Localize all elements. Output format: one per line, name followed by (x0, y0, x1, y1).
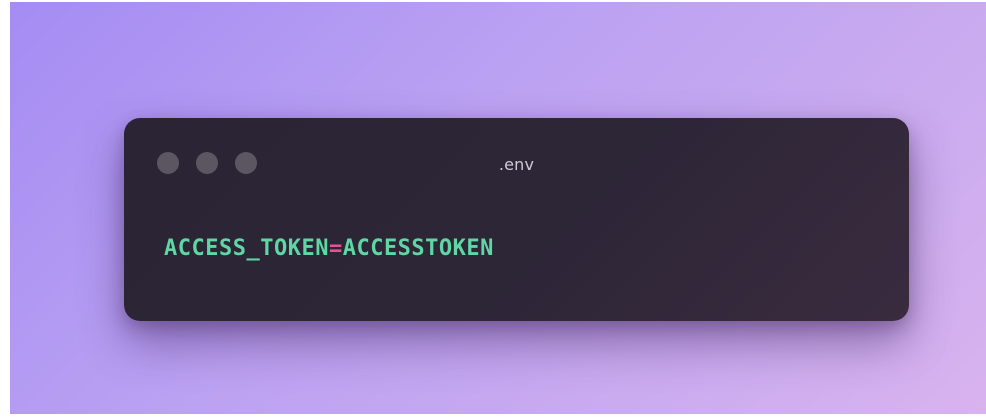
env-variable-value: ACCESSTOKEN (342, 236, 494, 261)
env-variable-name: ACCESS_TOKEN (164, 236, 329, 261)
code-line: ACCESS_TOKEN=ACCESSTOKEN (164, 236, 494, 261)
code-window: .env ACCESS_TOKEN=ACCESSTOKEN (124, 118, 909, 321)
window-filename: .env (498, 155, 535, 174)
assignment-operator: = (328, 236, 343, 261)
gradient-background: .env ACCESS_TOKEN=ACCESSTOKEN (10, 2, 986, 414)
window-titlebar: .env (124, 118, 909, 208)
